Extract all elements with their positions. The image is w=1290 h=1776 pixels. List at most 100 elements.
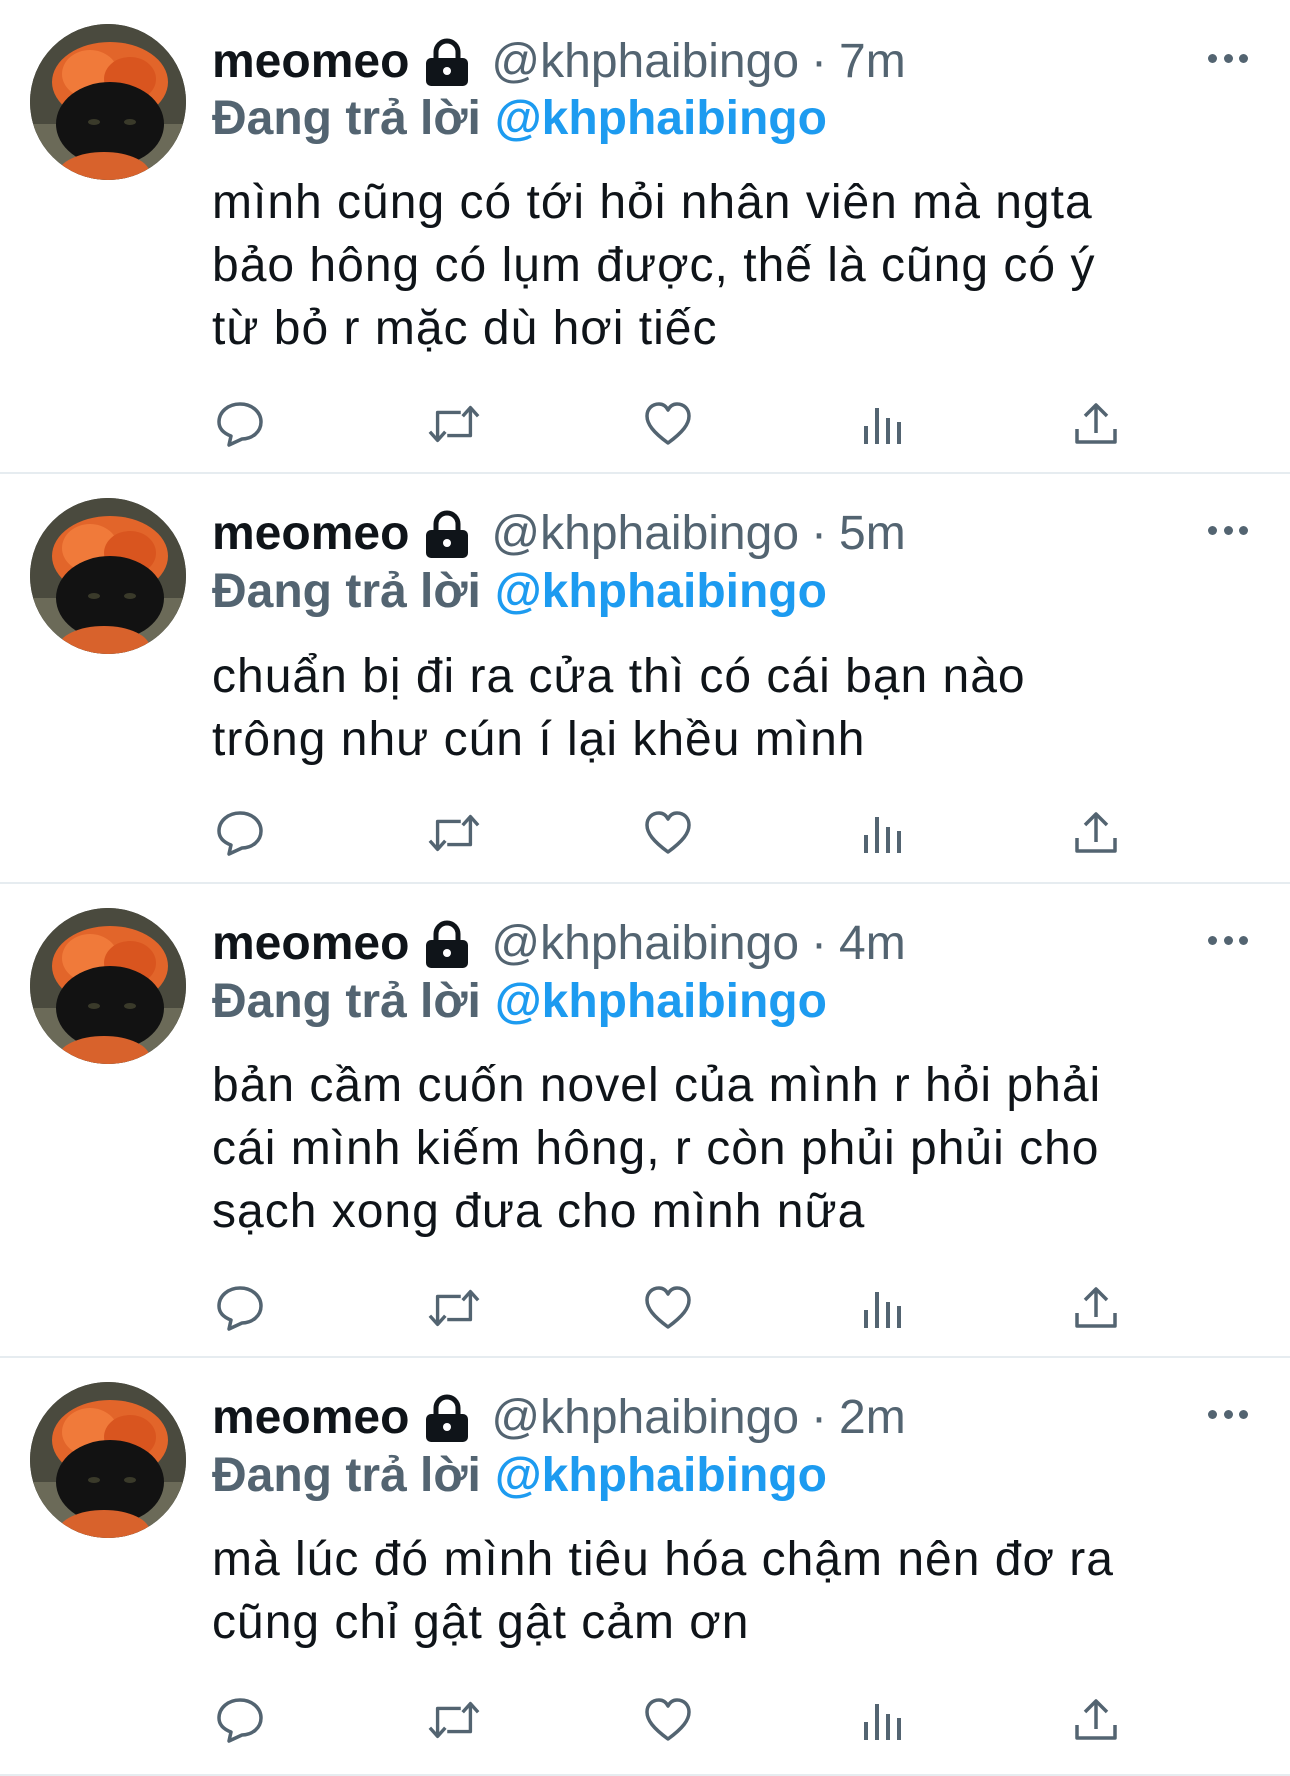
reply-icon [217,1286,263,1331]
replying-to: Đang trả lời @khphaibingo [212,562,827,622]
tweet-text-line: bảo hông có lụm được, thế là cũng có ý [212,239,1096,292]
replying-to: Đang trả lời @khphaibingo [212,1446,827,1506]
tweet-thread: meomeo @khphaibingo · 7m Đang trả lời @kh… [0,0,1290,1776]
replying-to-label: Đang trả lời [212,975,481,1028]
like-button[interactable] [640,805,696,861]
tweet-actions [212,1692,1152,1748]
share-button[interactable] [1068,1692,1124,1748]
views-icon [864,408,901,444]
lock-icon [423,37,471,87]
share-icon [1075,1287,1117,1328]
avatar[interactable] [30,1382,186,1538]
replying-to-label: Đang trả lời [212,565,481,618]
views-button[interactable] [854,1692,910,1748]
display-name[interactable]: meomeo [212,914,409,974]
reply-button[interactable] [212,1280,268,1336]
tweet-text-line: chuẩn bị đi ra cửa thì có cái bạn nào [212,650,1026,703]
share-button[interactable] [1068,1280,1124,1336]
views-button[interactable] [854,805,910,861]
retweet-icon [428,405,480,443]
separator-dot: · [811,1391,827,1444]
reply-icon [217,1698,263,1743]
replying-to-handle[interactable]: @khphaibingo [495,1449,827,1502]
tweet-text-line: cũng chỉ gật gật cảm ơn [212,1596,750,1649]
share-icon [1075,403,1117,444]
replying-to-handle[interactable]: @khphaibingo [495,975,827,1028]
share-icon [1075,1699,1117,1740]
views-icon [864,1292,901,1328]
retweet-icon [428,1289,480,1327]
share-button[interactable] [1068,396,1124,452]
views-icon [864,817,901,853]
tweet-text-line: từ bỏ r mặc dù hơi tiếc [212,302,718,355]
more-icon[interactable] [1208,1408,1248,1420]
tweet-text-line: trông như cún í lại khều mình [212,713,866,766]
tweet-text: bản cầm cuốn novel của mình r hỏi phải c… [212,1054,1242,1243]
heart-icon [645,1698,691,1741]
avatar[interactable] [30,24,186,180]
tweet-header: meomeo @khphaibingo · 4m [212,914,906,974]
replying-to-handle[interactable]: @khphaibingo [495,92,827,145]
more-icon[interactable] [1208,934,1248,946]
like-button[interactable] [640,1280,696,1336]
tweet[interactable]: meomeo @khphaibingo · 2m Đang trả lời @kh… [0,1358,1290,1776]
retweet-button[interactable] [426,1692,482,1748]
reply-icon [217,402,263,447]
views-button[interactable] [854,1280,910,1336]
tweet-text-line: bản cầm cuốn novel của mình r hỏi phải [212,1059,1102,1112]
like-button[interactable] [640,396,696,452]
more-icon[interactable] [1208,524,1248,536]
lock-icon [423,919,471,969]
tweet[interactable]: meomeo @khphaibingo · 4m Đang trả lời @kh… [0,884,1290,1358]
avatar[interactable] [30,908,186,1064]
tweet[interactable]: meomeo @khphaibingo · 5m Đang trả lời @kh… [0,474,1290,884]
tweet-actions [212,805,1152,861]
like-button[interactable] [640,1692,696,1748]
reply-button[interactable] [212,1692,268,1748]
reply-button[interactable] [212,805,268,861]
timestamp[interactable]: 5m [839,504,906,564]
reply-icon [217,811,263,856]
tweet-text: chuẩn bị đi ra cửa thì có cái bạn nào tr… [212,645,1242,771]
more-icon[interactable] [1208,52,1248,64]
share-button[interactable] [1068,805,1124,861]
tweet-header: meomeo @khphaibingo · 7m [212,32,906,92]
display-name[interactable]: meomeo [212,1388,409,1448]
display-name[interactable]: meomeo [212,32,409,92]
timestamp[interactable]: 2m [839,1388,906,1448]
tweet-actions [212,396,1152,452]
replying-to: Đang trả lời @khphaibingo [212,972,827,1032]
user-handle[interactable]: @khphaibingo [491,504,799,564]
tweet-text-line: sạch xong đưa cho mình nữa [212,1185,866,1238]
views-icon [864,1704,901,1740]
separator-dot: · [811,507,827,560]
timestamp[interactable]: 7m [839,32,906,92]
user-handle[interactable]: @khphaibingo [491,1388,799,1448]
display-name[interactable]: meomeo [212,504,409,564]
heart-icon [645,402,691,445]
replying-to-label: Đang trả lời [212,92,481,145]
tweet-actions [212,1280,1152,1336]
tweet-header: meomeo @khphaibingo · 5m [212,504,906,564]
tweet-text: mà lúc đó mình tiêu hóa chậm nên đơ ra c… [212,1528,1242,1654]
retweet-icon [428,1701,480,1739]
replying-to-label: Đang trả lời [212,1449,481,1502]
tweet-header: meomeo @khphaibingo · 2m [212,1388,906,1448]
separator-dot: · [811,35,827,88]
user-handle[interactable]: @khphaibingo [491,32,799,92]
lock-icon [423,509,471,559]
reply-button[interactable] [212,396,268,452]
heart-icon [645,1286,691,1329]
tweet[interactable]: meomeo @khphaibingo · 7m Đang trả lời @kh… [0,0,1290,474]
retweet-button[interactable] [426,805,482,861]
retweet-button[interactable] [426,1280,482,1336]
retweet-button[interactable] [426,396,482,452]
avatar[interactable] [30,498,186,654]
views-button[interactable] [854,396,910,452]
lock-icon [423,1393,471,1443]
user-handle[interactable]: @khphaibingo [491,914,799,974]
timestamp[interactable]: 4m [839,914,906,974]
share-icon [1075,812,1117,853]
replying-to-handle[interactable]: @khphaibingo [495,565,827,618]
replying-to: Đang trả lời @khphaibingo [212,89,827,149]
